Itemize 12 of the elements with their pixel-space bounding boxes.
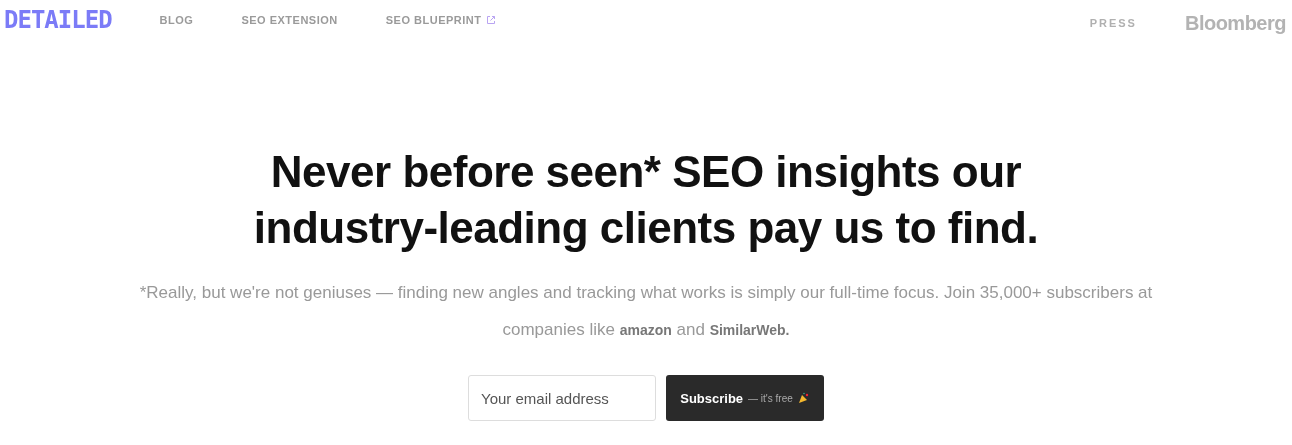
subscribe-button[interactable]: Subscribe — it's free xyxy=(666,375,824,421)
email-field[interactable]: Your email address xyxy=(468,375,656,421)
logo[interactable]: DETAILED xyxy=(4,6,112,34)
nav-link[interactable]: SEO EXTENSION xyxy=(241,14,338,26)
hero-title: Never before seen* SEO insights our industry-leading clients pay us to find. xyxy=(253,146,1039,254)
external-link-icon xyxy=(486,15,497,25)
party-popper-icon xyxy=(797,392,810,404)
nav-link[interactable]: SEO BLUEPRINT xyxy=(385,14,497,26)
press-label: PRESS xyxy=(1089,17,1137,29)
press-logo: Bloomberg xyxy=(1184,11,1286,35)
nav-link[interactable]: BLOG xyxy=(159,14,194,26)
hero-subtitle: *Really, but we're not geniuses — finding new angles and tracking what works is simply our full-time focus. Join 35,000+ subscribers at companies like amazon and SimilarWeb. xyxy=(138,282,1154,341)
